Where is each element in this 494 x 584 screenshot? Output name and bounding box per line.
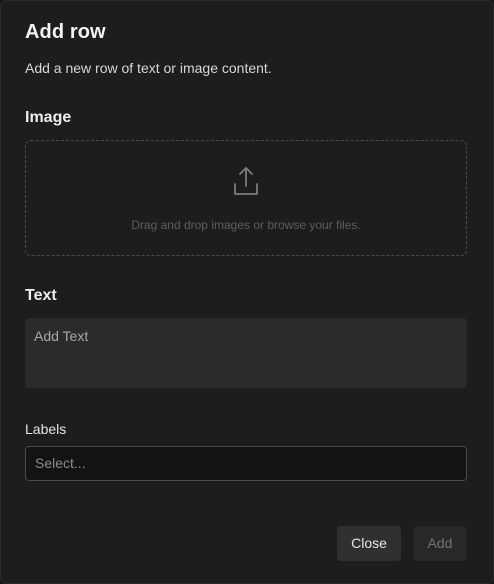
- labels-label: Labels: [25, 421, 67, 437]
- text-input[interactable]: [25, 318, 467, 388]
- upload-icon: [234, 167, 258, 195]
- dialog-title: Add row: [25, 21, 106, 43]
- add-row-dialog: Add row Add a new row of text or image c…: [0, 0, 494, 584]
- add-button[interactable]: Add: [413, 526, 467, 561]
- labels-select[interactable]: Select...: [25, 446, 467, 481]
- dropzone-hint: Drag and drop images or browse your file…: [131, 218, 361, 232]
- text-section-label: Text: [25, 287, 57, 304]
- image-dropzone[interactable]: Drag and drop images or browse your file…: [25, 140, 467, 256]
- dialog-subtitle: Add a new row of text or image content.: [25, 60, 272, 76]
- close-button[interactable]: Close: [337, 526, 401, 561]
- image-section-label: Image: [25, 109, 72, 126]
